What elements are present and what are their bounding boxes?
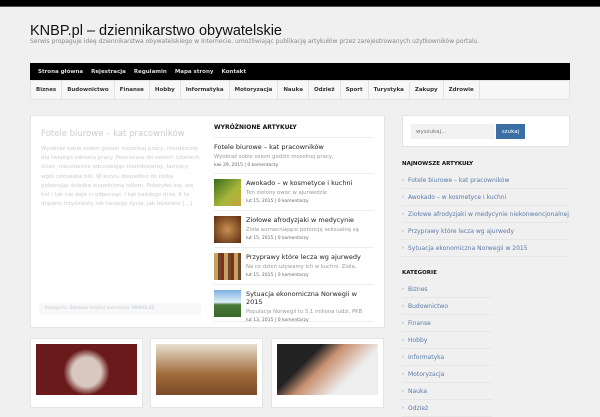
category-tab[interactable]: Sport xyxy=(341,81,369,99)
categories-list: Biznes Budownictwo Finanse Hobby Informa… xyxy=(402,281,492,417)
category-tab[interactable]: Motoryzacja xyxy=(230,81,279,99)
featured-meta: lut 15, 2015 | 0 komentarzy xyxy=(246,199,309,204)
nav-home[interactable]: Strona główna xyxy=(38,69,83,75)
nav-rules[interactable]: Regulamin xyxy=(134,69,167,75)
main-nav: Strona główna Rejestracja Regulamin Mapa… xyxy=(30,63,570,80)
category-tab[interactable]: Informatyka xyxy=(181,81,230,99)
category-tab[interactable]: Biznes xyxy=(31,81,63,99)
category-tab[interactable]: Zakupy xyxy=(410,81,444,99)
search-widget: szukaj xyxy=(402,115,570,147)
category-item[interactable]: Hobby xyxy=(402,332,492,349)
featured-title[interactable]: Przyprawy które lecza wg ajurwedy xyxy=(246,253,361,261)
nav-register[interactable]: Rejestracja xyxy=(91,69,126,75)
featured-meta: lut 15, 2015 | 0 komentarzy xyxy=(246,273,309,278)
featured-heading: WYRÓŻNIONE ARTYKUŁY xyxy=(214,124,374,138)
post-thumbnail[interactable] xyxy=(156,344,257,395)
featured-meta: lut 13, 2015 | 0 komentarzy xyxy=(246,318,309,323)
meta-label: Artykuł autorstwa: xyxy=(89,306,131,311)
category-tab[interactable]: Turystyka xyxy=(369,81,410,99)
latest-list: Fotele biurowe – kat pracowników Awokado… xyxy=(402,172,570,257)
category-link[interactable]: Zdrowie xyxy=(70,306,88,311)
featured-title[interactable]: Ziołowe afrodyzjaki w medycynie xyxy=(246,216,359,224)
thumbnail-image[interactable] xyxy=(214,253,241,280)
category-item[interactable]: Finanse xyxy=(402,315,492,332)
featured-title[interactable]: Awokado – w kosmetyce i kuchni xyxy=(246,179,352,187)
featured-item[interactable]: Sytuacja ekonomiczna Norwegii w 2015 Popu… xyxy=(214,285,374,323)
featured-item[interactable]: Awokado – w kosmetyce i kuchni Ten zielon… xyxy=(214,174,374,211)
lead-article-text: Wyobraź sobie osiem godzin mozolnej prac… xyxy=(41,146,199,208)
latest-item[interactable]: Przyprawy które lecza wg ajurwedy xyxy=(402,223,570,240)
featured-meta: lut 15, 2015 | 0 komentarzy xyxy=(246,236,309,241)
featured-articles: WYRÓŻNIONE ARTYKUŁY Fotele biurowe – kat… xyxy=(214,124,374,323)
post-card[interactable] xyxy=(30,338,143,408)
post-thumbnail[interactable] xyxy=(36,344,137,395)
site-title[interactable]: KNBP.pl – dziennikarstwo obywatelskie xyxy=(30,23,282,39)
featured-excerpt: Zioła wzmacniające potencję seksualną są xyxy=(246,227,359,233)
thumbnail-image[interactable] xyxy=(214,179,241,206)
featured-excerpt: Populacja Norwegii to 5,1 miliona ludzi,… xyxy=(246,309,363,315)
nav-contact[interactable]: Kontakt xyxy=(221,69,246,75)
latest-item[interactable]: Fotele biurowe – kat pracowników xyxy=(402,172,570,189)
thumbnail-image[interactable] xyxy=(214,216,241,243)
category-tab[interactable]: Finanse xyxy=(115,81,150,99)
featured-item[interactable]: Przyprawy które lecza wg ajurwedy Na co d… xyxy=(214,248,374,285)
nav-sitemap[interactable]: Mapa strony xyxy=(175,69,214,75)
category-nav: Biznes Budownictwo Finanse Hobby Informa… xyxy=(30,80,570,100)
category-tab[interactable]: Hobby xyxy=(150,81,181,99)
featured-item[interactable]: Ziołowe afrodyzjaki w medycynie Zioła wzm… xyxy=(214,211,374,248)
category-item[interactable]: Motoryzacja xyxy=(402,366,492,383)
thumbnail-image[interactable] xyxy=(214,290,241,317)
featured-title[interactable]: Sytuacja ekonomiczna Norwegii w 2015 xyxy=(246,290,374,306)
post-thumbnail[interactable] xyxy=(277,344,378,395)
featured-excerpt: Ten zielony owoc w ajurwedzie xyxy=(246,190,328,196)
post-card[interactable] xyxy=(150,338,263,408)
post-card[interactable] xyxy=(271,338,384,408)
featured-excerpt: Na co dzień używamy ich w kuchni. Zioła, xyxy=(246,264,357,270)
latest-item[interactable]: Awokado – w kosmetyce i kuchni xyxy=(402,189,570,206)
featured-meta: kwi 29, 2015 | 0 komentarzy xyxy=(214,163,279,168)
category-tab[interactable]: Zdrowie xyxy=(444,81,480,99)
meta-label: Kategoria: xyxy=(45,306,69,311)
categories-heading: KATEGORIE xyxy=(402,270,437,276)
featured-item[interactable]: Fotele biurowe – kat pracowników Wyobraź… xyxy=(214,138,374,174)
lead-article-meta: Kategoria: Zdrowie Artykuł autorstwa: MM… xyxy=(39,303,201,315)
category-tab[interactable]: Odzież xyxy=(309,81,341,99)
lead-article-title[interactable]: Fotele biurowe – kat pracowników xyxy=(41,129,185,139)
search-input[interactable] xyxy=(411,124,495,139)
latest-heading: NAJNOWSZE ARTYKUŁY xyxy=(402,161,474,167)
search-button[interactable]: szukaj xyxy=(496,124,525,139)
author-link[interactable]: MMKOLBE xyxy=(132,306,154,311)
latest-item[interactable]: Sytuacja ekonomiczna Norwegii w 2015 xyxy=(402,240,570,257)
site-tagline: Serwis propaguje ideę dziennikarstwa oby… xyxy=(30,38,480,45)
category-item[interactable]: Nauka xyxy=(402,383,492,400)
latest-item[interactable]: Ziołowe afrodyzjaki w medycynie niekonwe… xyxy=(402,206,570,223)
category-item[interactable]: Biznes xyxy=(402,281,492,298)
top-bar xyxy=(0,0,600,7)
featured-title[interactable]: Fotele biurowe – kat pracowników xyxy=(214,143,374,151)
content-box: Fotele biurowe – kat pracowników Wyobraź… xyxy=(30,115,385,328)
category-tab[interactable]: Budownictwo xyxy=(62,81,115,99)
featured-excerpt: Wyobraź sobie osiem godzin mozolnej prac… xyxy=(214,154,334,160)
category-item[interactable]: Budownictwo xyxy=(402,298,492,315)
category-item[interactable]: Odzież xyxy=(402,400,492,417)
category-tab[interactable]: Nauka xyxy=(278,81,309,99)
category-item[interactable]: Informatyka xyxy=(402,349,492,366)
